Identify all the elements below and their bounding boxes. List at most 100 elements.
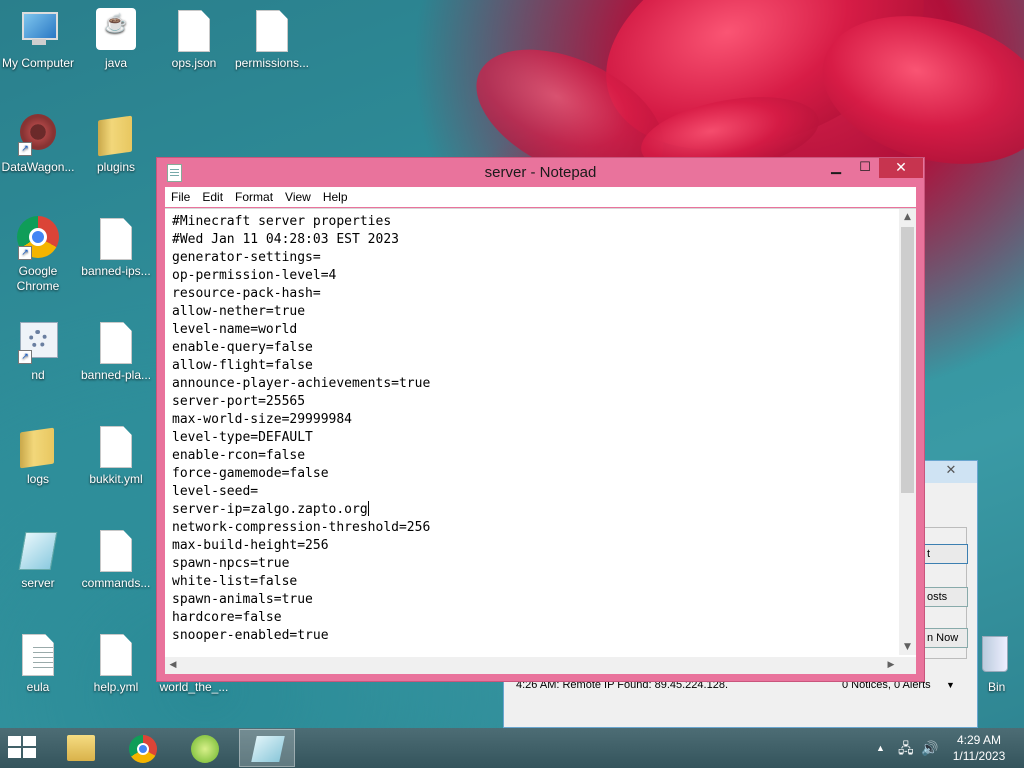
- desktop-icon-eula[interactable]: eula: [0, 632, 80, 695]
- menu-bar: File Edit Format View Help: [165, 187, 916, 207]
- taskbar-file-explorer[interactable]: [53, 729, 109, 767]
- start-button[interactable]: [8, 736, 38, 760]
- text-line-content: resource-pack-hash=: [172, 286, 321, 301]
- text-line-content: op-permission-level=4: [172, 268, 337, 283]
- desktop-icon-banned-ips[interactable]: banned-ips...: [74, 216, 158, 279]
- menu-edit[interactable]: Edit: [196, 187, 229, 207]
- text-line-content: force-gamemode=false: [172, 466, 329, 481]
- background-window-close-icon[interactable]: ✕: [931, 463, 971, 481]
- show-hidden-icons-arrow[interactable]: ▲: [876, 728, 885, 768]
- text-line[interactable]: spawn-npcs=true: [172, 555, 430, 573]
- notepad-icon: [251, 736, 285, 762]
- desktop-icon-bukkit-yml[interactable]: bukkit.yml: [74, 424, 158, 487]
- text-line[interactable]: enable-query=false: [172, 339, 430, 357]
- minimize-button[interactable]: ▁: [821, 158, 851, 178]
- text-line[interactable]: hardcore=false: [172, 609, 430, 627]
- notepad-icon[interactable]: [167, 164, 182, 182]
- text-line[interactable]: allow-flight=false: [172, 357, 430, 375]
- desktop-icon-nd[interactable]: ↗ nd: [0, 320, 80, 383]
- menu-file[interactable]: File: [165, 187, 196, 207]
- taskbar-notepad[interactable]: [239, 729, 295, 767]
- volume-icon[interactable]: 🔊: [921, 728, 938, 768]
- text-line[interactable]: announce-player-achievements=true: [172, 375, 430, 393]
- text-line[interactable]: max-build-height=256: [172, 537, 430, 555]
- text-line[interactable]: level-name=world: [172, 321, 430, 339]
- notepad-titlebar[interactable]: server - Notepad: [157, 158, 924, 187]
- desktop-icon-label: plugins: [96, 160, 136, 174]
- text-line[interactable]: spawn-animals=true: [172, 591, 430, 609]
- desktop-icon-logs[interactable]: logs: [0, 424, 80, 487]
- desktop-icon-commands[interactable]: commands...: [74, 528, 158, 591]
- text-line[interactable]: op-permission-level=4: [172, 267, 430, 285]
- desktop-icon-banned-pla[interactable]: banned-pla...: [74, 320, 158, 383]
- background-window-button-3[interactable]: n Now: [922, 628, 968, 648]
- vertical-scrollbar[interactable]: ▲ ▼: [899, 209, 916, 655]
- desktop-icon-google-chrome[interactable]: ↗ Google Chrome: [0, 216, 80, 294]
- editor-text[interactable]: #Minecraft server properties #Wed Jan 11 …: [172, 213, 430, 645]
- scroll-left-arrow-icon[interactable]: ◀: [165, 657, 181, 674]
- file-icon: [250, 8, 294, 54]
- clock[interactable]: 4:29 AM 1/11/2023: [944, 732, 1014, 764]
- text-line[interactable]: max-world-size=29999984: [172, 411, 430, 429]
- desktop-icon-label: permissions...: [234, 56, 310, 70]
- text-line-content: server-port=25565: [172, 394, 306, 409]
- window-title: server - Notepad: [484, 164, 597, 181]
- text-line[interactable]: enable-rcon=false: [172, 447, 430, 465]
- text-line[interactable]: #Wed Jan 11 04:28:03 EST 2023: [172, 231, 430, 249]
- text-line[interactable]: server-ip=zalgo.zapto.org: [172, 501, 430, 519]
- menu-help[interactable]: Help: [317, 187, 354, 207]
- notepad-window[interactable]: server - Notepad ▁ ☐ ✕ File Edit Format Vie…: [156, 157, 925, 682]
- menu-view[interactable]: View: [279, 187, 317, 207]
- desktop-icon-ops-json[interactable]: ops.json: [152, 8, 236, 71]
- text-line[interactable]: #Minecraft server properties: [172, 213, 430, 231]
- desktop-icon-plugins[interactable]: plugins: [74, 112, 158, 175]
- clock-date: 1/11/2023: [952, 749, 1006, 763]
- text-line[interactable]: level-seed=: [172, 483, 430, 501]
- text-line-content: announce-player-achievements=true: [172, 376, 431, 391]
- desktop-icon-label: help.yml: [93, 680, 139, 694]
- text-caret: [367, 501, 369, 516]
- text-line[interactable]: network-compression-threshold=256: [172, 519, 430, 537]
- scroll-up-arrow-icon[interactable]: ▲: [899, 209, 916, 225]
- text-line[interactable]: snooper-enabled=true: [172, 627, 430, 645]
- text-line[interactable]: level-type=DEFAULT: [172, 429, 430, 447]
- text-line[interactable]: allow-nether=true: [172, 303, 430, 321]
- taskbar-utility-app[interactable]: [177, 729, 233, 767]
- text-line[interactable]: force-gamemode=false: [172, 465, 430, 483]
- desktop-icon-help-yml[interactable]: help.yml: [74, 632, 158, 695]
- text-line-content: network-compression-threshold=256: [172, 520, 431, 535]
- desktop-icon-label: banned-pla...: [80, 368, 152, 382]
- scroll-down-arrow-icon[interactable]: ▼: [899, 639, 916, 655]
- desktop-icon-label: DataWagon...: [1, 160, 75, 174]
- text-line[interactable]: white-list=false: [172, 573, 430, 591]
- text-line[interactable]: resource-pack-hash=: [172, 285, 430, 303]
- gear-app-icon: ↗: [16, 112, 60, 158]
- background-window-button-2[interactable]: osts: [922, 587, 968, 607]
- scroll-right-arrow-icon[interactable]: ▶: [883, 657, 899, 674]
- maximize-button[interactable]: ☐: [851, 158, 879, 178]
- vertical-scroll-thumb[interactable]: [901, 227, 914, 493]
- desktop-icon-java[interactable]: ☕ java: [74, 8, 158, 71]
- text-editor-area[interactable]: #Minecraft server properties #Wed Jan 11 …: [165, 208, 916, 674]
- desktop-icon-permissions[interactable]: permissions...: [230, 8, 314, 71]
- file-icon: [94, 320, 138, 366]
- java-icon: ☕: [94, 8, 138, 54]
- status-dropdown-icon[interactable]: ▼: [946, 675, 955, 695]
- desktop-icon-my-computer[interactable]: My Computer: [0, 8, 80, 71]
- taskbar-google-chrome[interactable]: [115, 729, 171, 767]
- horizontal-scrollbar[interactable]: ◀ ▶: [165, 657, 899, 674]
- file-icon: [94, 632, 138, 678]
- text-line-content: #Wed Jan 11 04:28:03 EST 2023: [172, 232, 399, 247]
- desktop-icon-server[interactable]: server: [0, 528, 80, 591]
- network-icon[interactable]: 🖧: [898, 728, 914, 768]
- background-window-button-1[interactable]: t: [922, 544, 968, 564]
- text-line-content: server-ip=zalgo.zapto.org: [172, 502, 368, 517]
- menu-format[interactable]: Format: [229, 187, 279, 207]
- close-button[interactable]: ✕: [879, 158, 923, 178]
- text-line-content: #Minecraft server properties: [172, 214, 392, 229]
- desktop-icon-datawagon[interactable]: ↗ DataWagon...: [0, 112, 80, 175]
- clock-time: 4:29 AM: [956, 733, 1002, 747]
- text-line-content: spawn-npcs=true: [172, 556, 290, 571]
- text-line[interactable]: server-port=25565: [172, 393, 430, 411]
- text-line[interactable]: generator-settings=: [172, 249, 430, 267]
